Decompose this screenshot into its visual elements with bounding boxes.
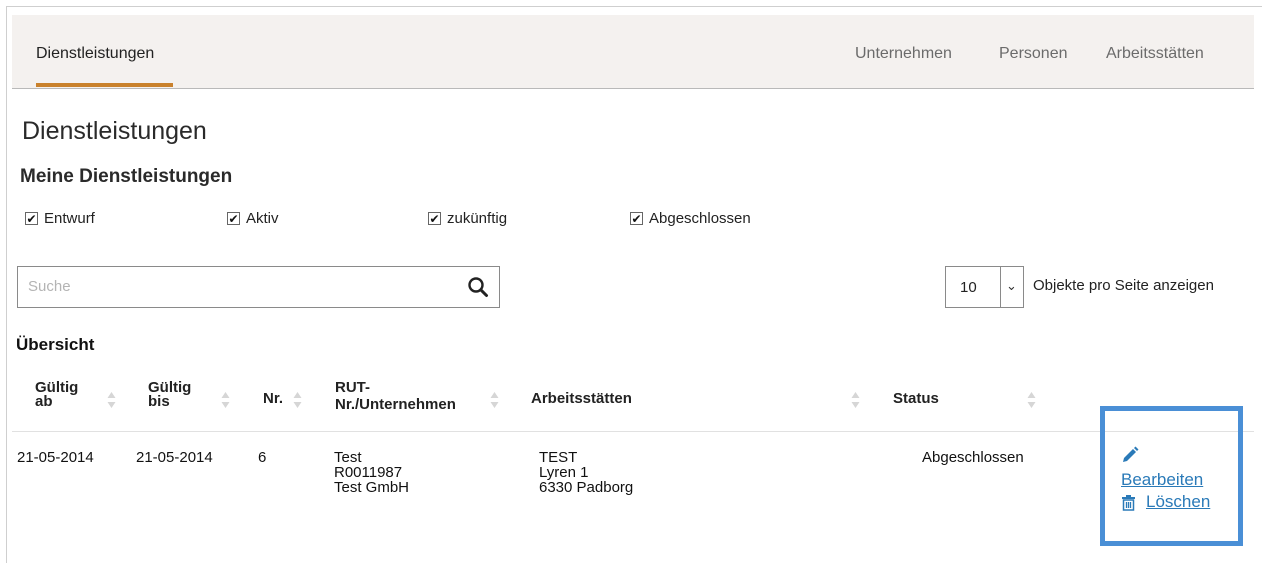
- column-header-rut[interactable]: RUT- Nr./Unternehmen: [335, 379, 456, 413]
- cell-rut: Test R0011987 Test GmbH: [334, 450, 409, 495]
- sort-icon[interactable]: [221, 391, 230, 409]
- rut-line: Test GmbH: [334, 479, 410, 496]
- column-header-gueltig-bis[interactable]: Gültig bis: [148, 380, 191, 410]
- page-size-label: Objekte pro Seite anzeigen: [1033, 277, 1214, 294]
- filter-entwurf[interactable]: ✔ Entwurf: [25, 210, 95, 227]
- checkbox-aktiv[interactable]: ✔: [227, 212, 240, 225]
- actions-highlight-box: [1100, 406, 1243, 546]
- page-title: Dienstleistungen: [22, 117, 207, 145]
- cell-status: Abgeschlossen: [922, 449, 1024, 466]
- overview-heading: Übersicht: [16, 335, 95, 354]
- tab-personen[interactable]: Personen: [999, 45, 1068, 63]
- active-tab-indicator: [36, 83, 173, 87]
- search-input[interactable]: [26, 277, 460, 296]
- sort-icon[interactable]: [107, 391, 116, 409]
- top-navigation: Dienstleistungen Unternehmen Personen Ar…: [12, 15, 1254, 89]
- filter-abgeschlossen[interactable]: ✔ Abgeschlossen: [630, 210, 751, 227]
- sort-icon[interactable]: [851, 391, 860, 409]
- filter-aktiv[interactable]: ✔ Aktiv: [227, 210, 279, 227]
- sort-icon[interactable]: [490, 391, 499, 409]
- column-header-status[interactable]: Status: [893, 390, 939, 407]
- sort-icon[interactable]: [1027, 391, 1036, 409]
- header-line: RUT-: [335, 379, 370, 396]
- tab-dienstleistungen[interactable]: Dienstleistungen: [36, 45, 154, 63]
- page-size-value: 10: [960, 279, 977, 296]
- filter-label: zukünftig: [447, 210, 508, 227]
- cell-arbeitsstaetten: TEST Lyren 1 6330 Padborg: [539, 450, 633, 495]
- filter-label: Entwurf: [44, 210, 95, 227]
- address-line: TEST: [539, 449, 578, 466]
- chevron-down-icon[interactable]: ⌄: [1006, 278, 1017, 294]
- tab-unternehmen[interactable]: Unternehmen: [855, 45, 952, 63]
- search-icon[interactable]: [467, 276, 489, 298]
- header-line: Status: [893, 390, 939, 407]
- header-line: Nr./Unternehmen: [335, 396, 456, 413]
- rut-line: R0011987: [334, 464, 403, 481]
- column-header-nr[interactable]: Nr.: [263, 390, 284, 407]
- search-box[interactable]: [17, 266, 500, 308]
- filter-zukuenftig[interactable]: ✔ zukünftig: [428, 210, 507, 227]
- filter-label: Aktiv: [246, 210, 279, 227]
- sort-icon[interactable]: [293, 391, 302, 409]
- column-header-arbeitsstaetten[interactable]: Arbeitsstätten: [531, 390, 632, 407]
- checkbox-entwurf[interactable]: ✔: [25, 212, 38, 225]
- checkbox-zukuenftig[interactable]: ✔: [428, 212, 441, 225]
- address-line: Lyren 1: [539, 464, 589, 481]
- table-header-divider: [12, 431, 1254, 432]
- page-size-select[interactable]: 10 ⌄: [945, 266, 1024, 308]
- filter-label: Abgeschlossen: [649, 210, 751, 227]
- checkbox-abgeschlossen[interactable]: ✔: [630, 212, 643, 225]
- column-header-gueltig-ab[interactable]: Gültig ab: [35, 380, 78, 410]
- address-line: 6330 Padborg: [539, 479, 634, 496]
- cell-nr: 6: [258, 449, 267, 466]
- header-line: Arbeitsstätten: [531, 390, 632, 407]
- select-divider: [1000, 267, 1001, 307]
- header-line: bis: [148, 393, 170, 410]
- cell-gueltig-ab: 21-05-2014: [17, 449, 94, 466]
- header-line: ab: [35, 393, 53, 410]
- section-subtitle: Meine Dienstleistungen: [20, 166, 233, 187]
- tab-arbeitsstaetten[interactable]: Arbeitsstätten: [1106, 45, 1204, 63]
- cell-gueltig-bis: 21-05-2014: [136, 449, 213, 466]
- rut-line: Test: [334, 449, 362, 466]
- header-line: Nr.: [263, 390, 284, 407]
